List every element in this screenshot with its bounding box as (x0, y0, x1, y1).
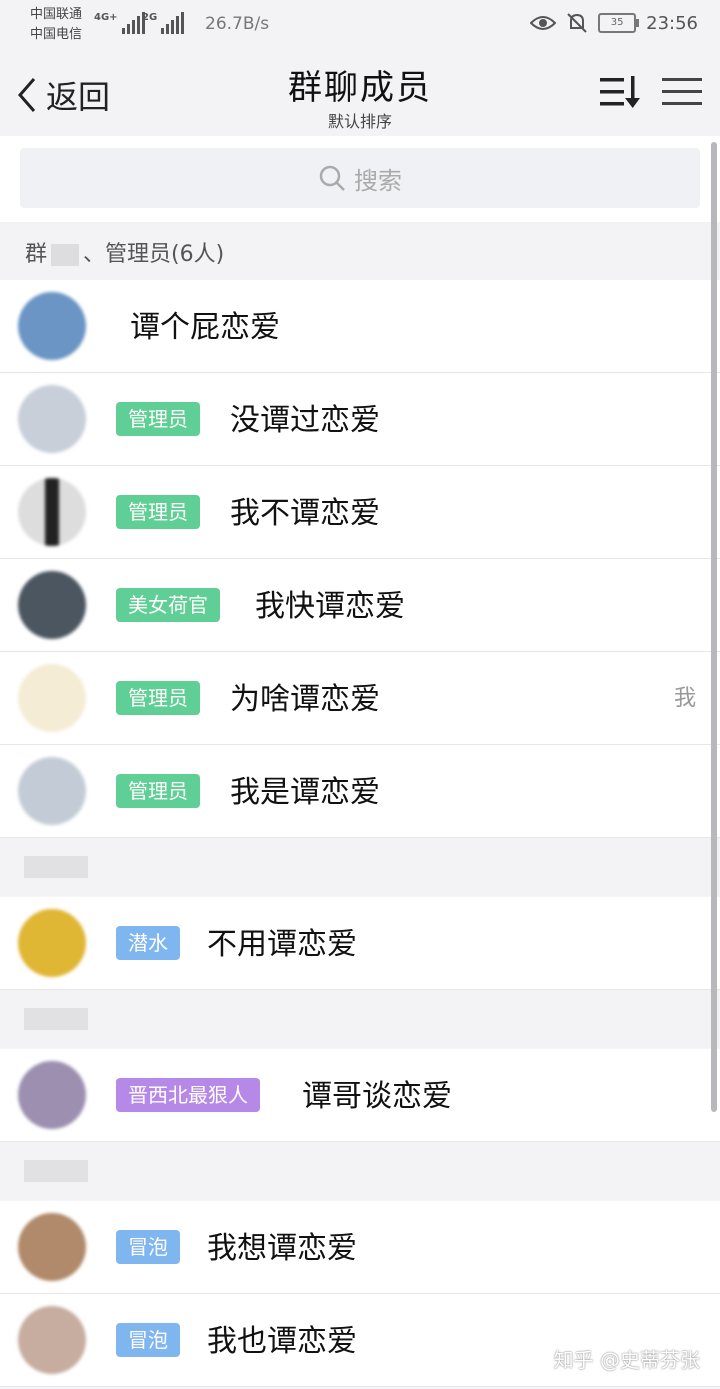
self-indicator: 我 (673, 686, 696, 711)
role-badge: 管理员 (116, 402, 200, 436)
eye-icon (530, 16, 557, 30)
network-speed: 26.7B/s (205, 14, 270, 34)
member-name: 谭哥谈恋爱 (302, 1079, 452, 1114)
sort-icon[interactable] (598, 72, 642, 112)
avatar[interactable] (18, 478, 86, 546)
avatar[interactable] (18, 1213, 86, 1281)
member-row[interactable]: 管理员 没谭过恋爱 (0, 373, 720, 466)
battery-icon: 35 (598, 13, 640, 33)
role-badge: 晋西北最狠人 (116, 1078, 260, 1112)
scrollbar[interactable] (711, 142, 717, 1112)
redacted-section-label (24, 856, 88, 878)
member-name: 我是谭恋爱 (230, 775, 380, 810)
carrier-2: 中国电信 (30, 27, 83, 42)
clock: 23:56 (646, 12, 698, 34)
section-header (0, 838, 720, 896)
member-name: 我快谭恋爱 (255, 589, 405, 624)
member-name: 没谭过恋爱 (230, 403, 380, 438)
nav-bar: 返回 群聊成员 默认排序 (0, 52, 720, 136)
avatar[interactable] (18, 664, 86, 732)
member-name: 我也谭恋爱 (207, 1324, 357, 1359)
role-badge: 管理员 (116, 681, 200, 715)
section-header (0, 1142, 720, 1200)
member-name: 为啥谭恋爱 (230, 682, 380, 717)
member-row[interactable]: 管理员 我是谭恋爱 (0, 745, 720, 838)
carrier-labels: 中国联通 中国电信 (30, 5, 82, 45)
search-area: 搜索 (0, 136, 720, 222)
member-row[interactable]: 冒泡 我想谭恋爱 (0, 1201, 720, 1294)
watermark: 知乎 @史蒂芬张 (553, 1348, 700, 1372)
bell-off-icon (567, 13, 587, 33)
role-badge: 管理员 (116, 774, 200, 808)
member-row[interactable]: 管理员 为啥谭恋爱 我 (0, 652, 720, 745)
section-header-admins: 群、管理员(6人) (0, 222, 720, 280)
member-name: 不用谭恋爱 (207, 927, 357, 962)
network-type-2: 2G (142, 12, 158, 23)
role-badge: 管理员 (116, 495, 200, 529)
status-bar: 中国联通 中国电信 4G+ 2G 26.7B/s 35 23:56 (0, 0, 720, 52)
member-row[interactable]: 美女荷官 我快谭恋爱 (0, 559, 720, 652)
carrier-1: 中国联通 (30, 7, 83, 22)
avatar[interactable] (18, 909, 86, 977)
menu-icon[interactable] (660, 72, 704, 112)
section-label: 群、管理员(6人) (25, 242, 225, 267)
member-name: 谭个屁恋爱 (130, 310, 280, 345)
redacted-section-label (24, 1160, 88, 1182)
member-row[interactable]: 潜水 不用谭恋爱 (0, 897, 720, 990)
member-row[interactable]: 管理员 我不谭恋爱 (0, 466, 720, 559)
section-header (0, 990, 720, 1048)
search-input[interactable]: 搜索 (20, 148, 700, 208)
member-name: 我不谭恋爱 (230, 496, 380, 531)
search-placeholder: 搜索 (354, 166, 402, 195)
role-badge: 冒泡 (116, 1323, 180, 1357)
redacted-section-label (24, 1008, 88, 1030)
role-badge: 冒泡 (116, 1230, 180, 1264)
member-name: 我想谭恋爱 (207, 1231, 357, 1266)
role-badge: 美女荷官 (116, 588, 220, 622)
avatar[interactable] (18, 757, 86, 825)
role-badge: 潜水 (116, 926, 180, 960)
signal-icon-2: 2G (142, 12, 185, 34)
member-row[interactable]: 谭个屁恋爱 (0, 280, 720, 373)
member-row[interactable]: 晋西北最狠人 谭哥谈恋爱 (0, 1049, 720, 1142)
avatar[interactable] (18, 571, 86, 639)
avatar[interactable] (18, 1306, 86, 1374)
redacted-text (51, 244, 80, 266)
signal-icon-1: 4G+ (94, 12, 145, 34)
avatar[interactable] (18, 1061, 86, 1129)
network-type-1: 4G+ (94, 12, 118, 23)
avatar[interactable] (18, 292, 86, 360)
member-row[interactable]: 冒泡 我也谭恋爱 (0, 1294, 720, 1387)
search-icon (319, 165, 345, 191)
avatar[interactable] (18, 385, 86, 453)
